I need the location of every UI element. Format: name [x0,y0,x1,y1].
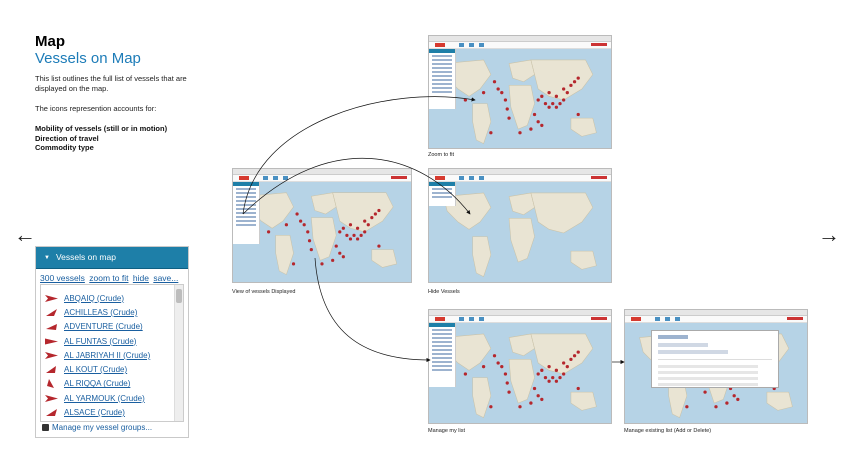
feature-list: Mobility of vessels (still or in motion)… [35,124,167,153]
icons-description: The icons represention accounts for: [35,104,157,113]
vessel-name[interactable]: ALSACE (Crude) [64,408,125,417]
save-link[interactable]: save... [153,273,178,283]
vessel-list: ABQAIQ (Crude) ACHILLEAS (Crude) ADVENTU… [41,285,183,420]
ship-icon [45,351,58,359]
screenshot-zoom-to-fit [428,35,612,149]
ship-icon [45,394,58,402]
panel-header[interactable]: ▼ Vessels on map [36,247,188,269]
feature-item: Commodity type [35,143,94,152]
vessel-name[interactable]: AL JABRIYAH II (Crude) [64,351,150,360]
screenshot-manage-existing [624,309,808,424]
settings-icon [42,424,49,431]
hide-link[interactable]: hide [133,273,149,283]
vessel-count-link[interactable]: 300 vessels [40,273,85,283]
screenshot-hide-vessels [428,168,612,283]
vessel-name[interactable]: AL RIQQA (Crude) [64,379,130,388]
screenshot-caption: View of vessels Displayed [232,289,296,295]
ship-icon [46,366,56,374]
list-item[interactable]: AL JABRIYAH II (Crude) [45,348,183,362]
vessel-name[interactable]: AL KOUT (Crude) [64,365,127,374]
page-subtitle: Vessels on Map [35,50,141,67]
ship-icon [47,379,54,389]
manage-groups-label[interactable]: Manage my vessel groups... [52,423,152,432]
ship-icon [45,294,58,302]
intro-text: This list outlines the full list of vess… [35,74,187,93]
screenshot-caption: Zoom to fit [428,152,454,158]
screenshot-caption: Manage my list [428,428,465,434]
vessel-name[interactable]: AL FUNTAS (Crude) [64,337,136,346]
world-map-image [429,49,611,148]
list-item[interactable]: ACHILLEAS (Crude) [45,305,183,319]
list-item[interactable]: AL KOUT (Crude) [45,362,183,376]
world-map-image [429,182,611,282]
ship-icon [46,409,57,417]
vessel-name[interactable]: ACHILLEAS (Crude) [64,308,137,317]
screenshot-vessels-displayed [232,168,412,283]
panel-actions: 300 vessels zoom to fit hide save... [36,269,188,285]
screenshot-manage-list [428,309,612,424]
list-scrollbar[interactable] [174,285,183,421]
ship-icon [46,324,57,331]
list-item[interactable]: AL RIQQA (Crude) [45,377,183,391]
scrollbar-thumb[interactable] [176,289,182,303]
list-item[interactable]: AL FUNTAS (Crude) [45,334,183,348]
zoom-to-fit-link[interactable]: zoom to fit [89,273,128,283]
screenshot-caption: Hide Vessels [428,289,460,295]
ship-icon [45,338,58,345]
list-item[interactable]: ADVENTURE (Crude) [45,320,183,334]
screenshot-caption: Manage existing list (Add or Delete) [624,428,712,434]
ship-icon [46,308,57,316]
feature-item: Direction of travel [35,133,99,143]
panel-header-label: Vessels on map [55,252,116,262]
world-map-image [429,323,611,423]
vessels-panel: ▼ Vessels on map 300 vessels zoom to fit … [35,246,189,438]
vessel-name[interactable]: ADVENTURE (Crude) [64,322,143,331]
manage-groups-link[interactable]: Manage my vessel groups... [42,423,152,432]
previous-arrow-icon[interactable]: ← [14,224,36,246]
manage-list-dialog [651,330,779,388]
collapse-triangle-icon[interactable]: ▼ [44,255,50,261]
vessel-list-container[interactable]: ABQAIQ (Crude) ACHILLEAS (Crude) ADVENTU… [40,284,184,422]
page-title: Map [35,33,65,50]
feature-item: Mobility of vessels (still or in motion) [35,124,168,133]
list-item[interactable]: AL YARMOUK (Crude) [45,391,183,405]
vessel-name[interactable]: ABQAIQ (Crude) [64,294,124,303]
list-item[interactable]: ALSACE (Crude) [45,405,183,419]
list-item[interactable]: ABQAIQ (Crude) [45,291,183,305]
vessel-name[interactable]: AL YARMOUK (Crude) [64,394,145,403]
next-arrow-icon[interactable]: → [818,224,840,246]
